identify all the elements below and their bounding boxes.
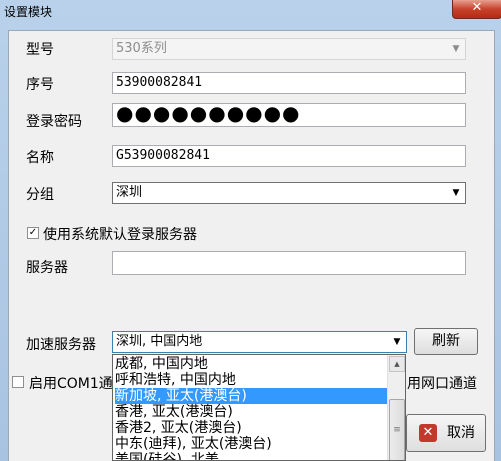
group-label: 分组 [26,187,54,203]
close-icon: ✕ [471,0,483,15]
password-mask: ●●●●●●●●●● [116,103,301,125]
accel-server-value: 深圳, 中国内地 [116,334,203,349]
server-field[interactable] [112,251,466,275]
cancel-label: 取消 [447,425,475,441]
cancel-x-icon: ✕ [419,424,437,442]
dropdown-option[interactable]: 成都, 中国内地 [115,356,208,372]
accel-server-label: 加速服务器 [26,337,96,353]
dropdown-option[interactable]: 呼和浩特, 中国内地 [115,372,236,388]
title-bar: 设置模块 ✕ [0,0,501,22]
group-select[interactable]: 深圳 ▼ [112,182,466,204]
serial-value: 53900082841 [116,75,203,90]
checkmark-icon: ✓ [28,227,38,238]
name-value: G53900082841 [116,148,210,163]
name-label: 名称 [26,150,54,166]
model-select: 530系列 ▼ [112,38,466,60]
serial-field[interactable]: 53900082841 [112,72,466,94]
dropdown-option[interactable]: 香港2, 亚太(港澳台) [115,420,242,436]
dropdown-option[interactable]: 美国(硅谷), 北美 [115,452,219,460]
dialog-window: 设置模块 ✕ 型号 530系列 ▼ 序号 53900082841 登录密码 ●●… [0,0,501,461]
serial-label: 序号 [26,77,54,93]
default-server-label: 使用系统默认登录服务器 [43,227,197,243]
server-label: 服务器 [26,260,68,276]
dropdown-option[interactable]: 中东(迪拜), 亚太(港澳台) [115,436,272,452]
com1-checkbox[interactable] [12,376,24,388]
refresh-label: 刷新 [432,333,460,349]
group-value: 深圳 [116,185,143,200]
scroll-up-icon[interactable]: ▲ [389,356,405,372]
dropdown-scrollbar[interactable]: ▲ ≡ [387,355,405,460]
accel-server-select[interactable]: 深圳, 中国内地 ▼ [112,331,407,353]
window-title: 设置模块 [4,5,53,19]
default-server-checkbox[interactable]: ✓ [27,227,39,239]
scroll-thumb[interactable]: ≡ [389,399,405,460]
chevron-down-icon: ▼ [452,188,460,198]
accel-server-dropdown: 成都, 中国内地 呼和浩特, 中国内地 新加坡, 亚太(港澳台) 香港, 亚太(… [112,354,406,461]
close-button[interactable]: ✕ [452,0,501,19]
dropdown-option[interactable]: 香港, 亚太(港澳台) [115,404,233,420]
password-field[interactable]: ●●●●●●●●●● [112,103,466,127]
password-label: 登录密码 [26,114,82,130]
name-field[interactable]: G53900082841 [112,145,466,167]
network-channel-label: 用网口通道 [407,376,477,392]
model-label: 型号 [26,42,54,58]
dropdown-option-selected[interactable]: 新加坡, 亚太(港澳台) [115,388,389,404]
chevron-down-icon: ▼ [393,337,401,347]
model-value: 530系列 [116,41,167,56]
settings-panel: 型号 530系列 ▼ 序号 53900082841 登录密码 ●●●●●●●●●… [8,30,495,406]
chevron-down-icon: ▼ [452,44,460,54]
refresh-button[interactable]: 刷新 [414,328,478,355]
cancel-button[interactable]: ✕ 取消 [406,414,486,452]
